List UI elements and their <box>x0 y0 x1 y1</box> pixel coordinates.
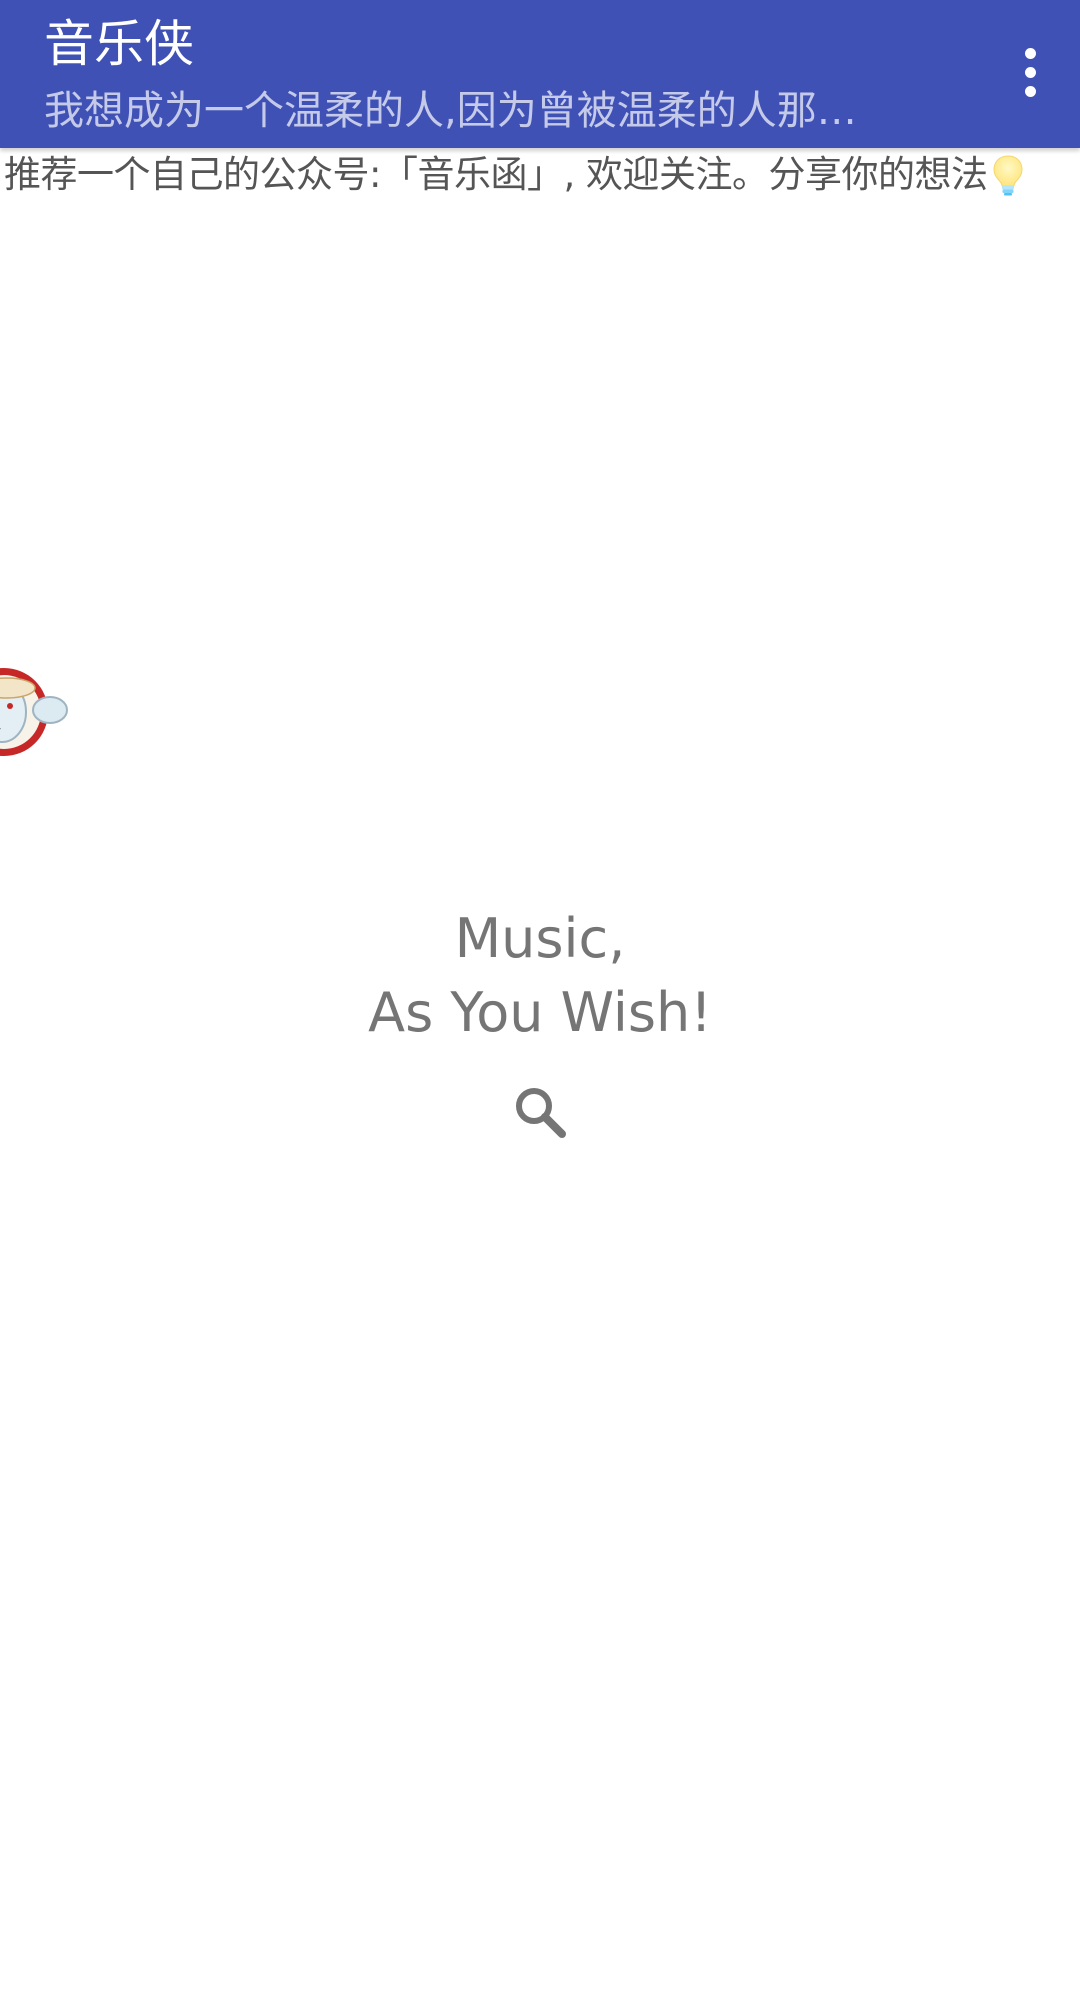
slogan-line-1: Music, <box>454 907 626 970</box>
overflow-menu-button[interactable] <box>1002 36 1058 108</box>
slogan: Music, As You Wish! <box>0 902 1080 1050</box>
floating-avatar-icon[interactable] <box>0 640 68 774</box>
lightbulb-icon <box>992 155 1023 196</box>
more-vert-icon <box>1024 47 1036 97</box>
slogan-line-2: As You Wish! <box>368 981 712 1044</box>
notice-text: 推荐一个自己的公众号:「音乐函」, 欢迎关注。分享你的想法 <box>4 153 988 196</box>
app-title: 音乐侠 <box>44 15 194 73</box>
app-bar: 音乐侠 我想成为一个温柔的人,因为曾被温柔的人那… <box>0 0 1080 148</box>
search-icon[interactable] <box>510 1082 570 1142</box>
app-subtitle: 我想成为一个温柔的人,因为曾被温柔的人那… <box>44 88 857 134</box>
notice-marquee[interactable]: 推荐一个自己的公众号:「音乐函」, 欢迎关注。分享你的想法 <box>0 150 1080 200</box>
